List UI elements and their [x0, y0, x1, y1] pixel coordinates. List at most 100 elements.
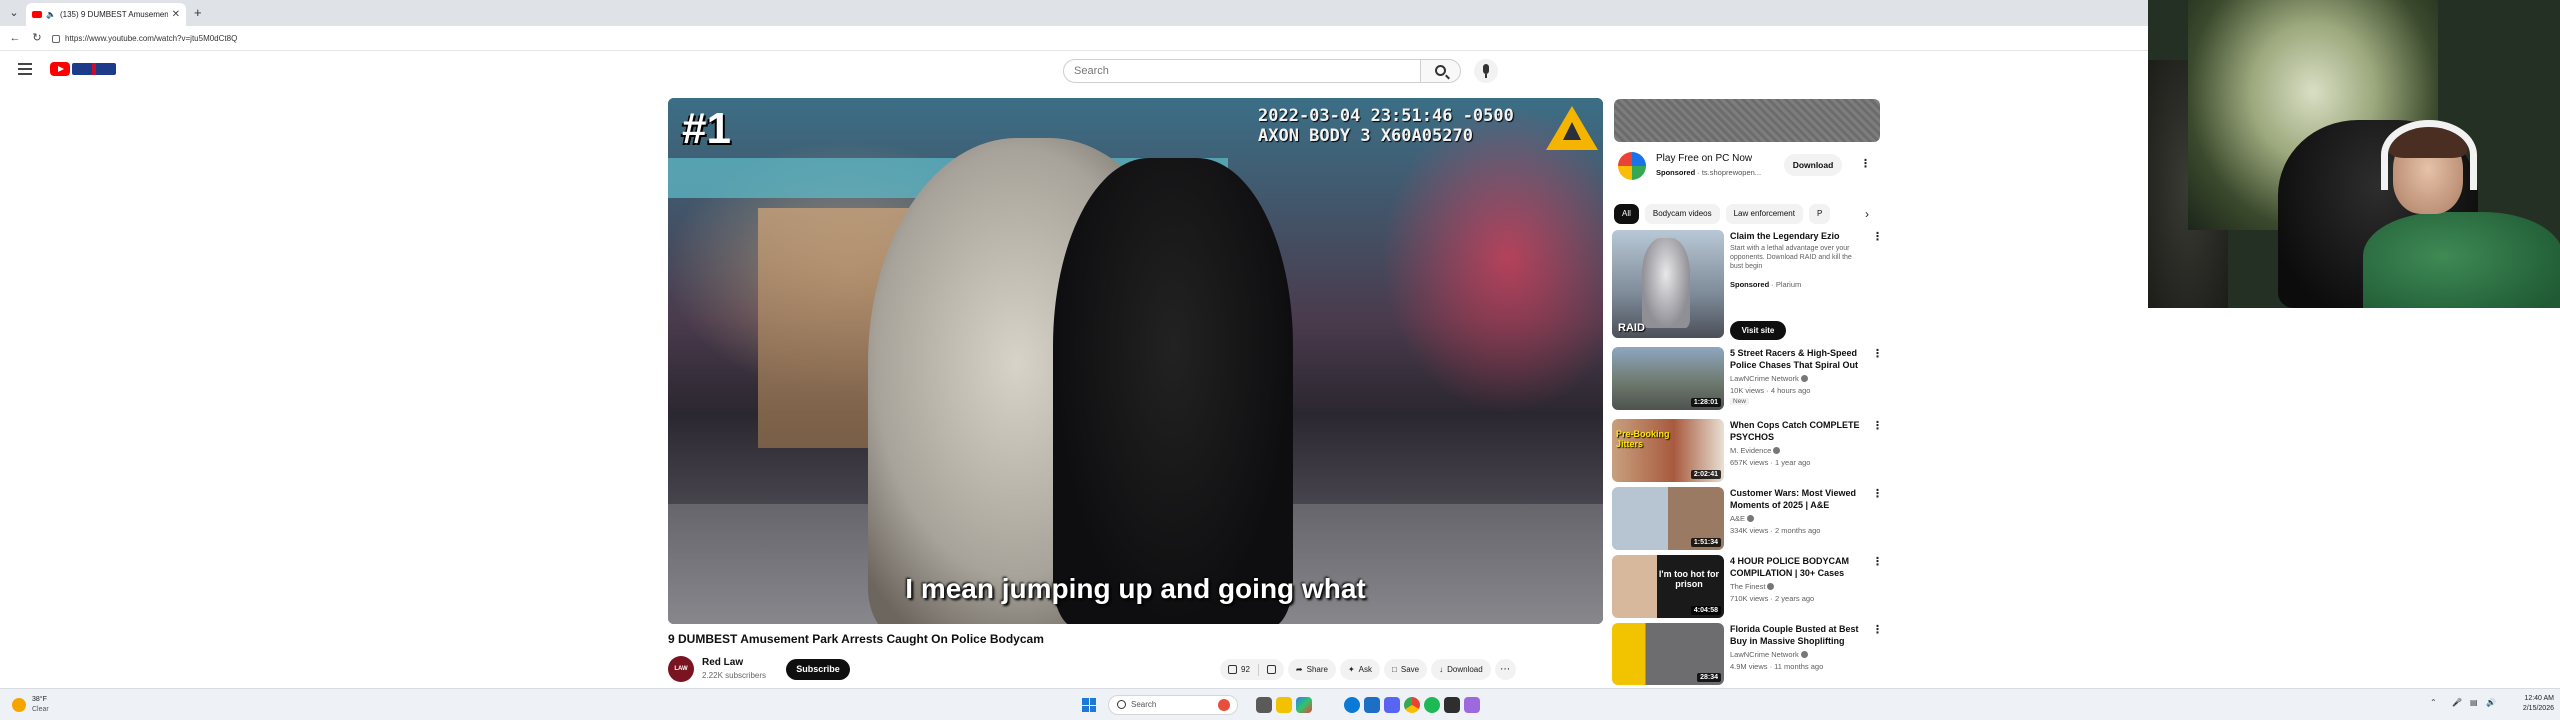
spotify-icon[interactable] — [1424, 697, 1440, 713]
video-duration: 1:51:34 — [1690, 538, 1721, 547]
sponsored-thumbnail-text: RAID — [1618, 322, 1645, 334]
more-icon[interactable]: ⋮ — [1872, 419, 1883, 433]
channel-avatar[interactable]: LAW — [668, 656, 694, 682]
ad-card[interactable]: Play Free on PC Now Sponsored · ts.shopr… — [1614, 148, 1880, 188]
sponsored-video-card[interactable]: RAID Claim the Legendary Ezio Start with… — [1612, 230, 1883, 345]
headset-icon — [2381, 120, 2477, 190]
video-title: 9 DUMBEST Amusement Park Arrests Caught … — [668, 632, 1044, 646]
chrome-icon[interactable] — [1404, 697, 1420, 713]
speaker-icon[interactable]: 🔈 — [46, 10, 56, 19]
store-icon[interactable] — [1364, 697, 1380, 713]
ad-banner-image[interactable] — [1614, 99, 1880, 142]
rank-overlay: #1 — [682, 104, 731, 153]
share-arrow-icon: ➦ — [1295, 665, 1303, 674]
video-title: 5 Street Racers & High-Speed Police Chas… — [1730, 348, 1859, 370]
save-label: Save — [1400, 665, 1420, 674]
windows-start-icon[interactable] — [1082, 698, 1096, 712]
video-title: Florida Couple Busted at Best Buy in Mas… — [1730, 624, 1859, 646]
sponsored-more-icon[interactable]: ⋮ — [1872, 230, 1883, 244]
taskbar-search-highlight-icon — [1218, 699, 1230, 711]
ad-domain: ts.shoprewopen... — [1701, 168, 1762, 177]
more-icon[interactable]: ⋮ — [1872, 347, 1883, 361]
video-thumbnail[interactable]: 28:34 — [1612, 623, 1724, 685]
sponsored-advertiser: Plarium — [1775, 280, 1802, 289]
clock-date: 2/15/2026 — [2522, 705, 2554, 712]
list-item[interactable]: 28:34 Florida Couple Busted at Best Buy … — [1612, 623, 1883, 685]
file-explorer-icon[interactable] — [1276, 697, 1292, 713]
menu-icon[interactable] — [18, 63, 32, 75]
more-icon[interactable]: ⋮ — [1872, 487, 1883, 501]
video-title: 4 HOUR POLICE BODYCAM COMPILATION | 30+ … — [1730, 556, 1850, 578]
chip-law-enforcement[interactable]: Law enforcement — [1725, 204, 1803, 224]
video-meta: 710K views · 2 years ago — [1730, 594, 1815, 603]
chip-more[interactable]: P — [1808, 204, 1831, 224]
video-thumbnail[interactable]: Pre-Booking Jitters 2:02:41 — [1612, 419, 1724, 482]
list-item[interactable]: 1:28:01 5 Street Racers & High-Speed Pol… — [1612, 347, 1883, 413]
subscribe-button[interactable]: Subscribe — [786, 659, 850, 680]
network-icon[interactable]: ▤ — [2470, 698, 2478, 707]
bodycam-timestamp-line1: 2022-03-04 23:51:46 -0500 — [1258, 106, 1514, 126]
more-icon[interactable]: ⋮ — [1872, 623, 1883, 637]
chips-next-chevron-icon[interactable]: › — [1858, 205, 1876, 223]
ad-download-button[interactable]: Download — [1784, 154, 1842, 176]
search-button[interactable] — [1421, 59, 1461, 83]
ask-button[interactable]: ✦ Ask — [1339, 659, 1381, 680]
like-count: 92 — [1241, 665, 1250, 674]
discord-icon[interactable] — [1384, 697, 1400, 713]
chip-bodycam-videos[interactable]: Bodycam videos — [1644, 204, 1720, 224]
channel-name: A&E — [1730, 514, 1755, 523]
save-button[interactable]: □ Save — [1384, 659, 1428, 680]
video-meta: 4.9M views · 11 months ago — [1730, 662, 1824, 671]
video-thumbnail[interactable]: I'm too hot for prison 4:04:58 — [1612, 555, 1724, 618]
more-actions-icon[interactable]: ⋯ — [1494, 659, 1516, 680]
video-title: When Cops Catch COMPLETE PSYCHOS — [1730, 420, 1860, 442]
sponsored-thumbnail-figure — [1642, 238, 1690, 328]
list-item[interactable]: I'm too hot for prison 4:04:58 4 HOUR PO… — [1612, 555, 1883, 621]
video-thumbnail[interactable]: 1:28:01 — [1612, 347, 1724, 410]
tray-chevron-icon[interactable]: ⌃ — [2430, 698, 2437, 707]
sponsored-thumbnail[interactable]: RAID — [1612, 230, 1724, 338]
ad-sponsor-line: Sponsored · ts.shoprewopen... — [1656, 168, 1762, 177]
list-item[interactable]: 1:51:34 Customer Wars: Most Viewed Momen… — [1612, 487, 1883, 553]
thumbs-up-icon[interactable] — [1228, 665, 1237, 674]
ad-game-logo-icon — [1618, 152, 1646, 180]
channel-name[interactable]: Red Law — [702, 657, 743, 668]
back-arrow-icon[interactable]: ← — [8, 31, 22, 45]
close-tab-icon[interactable]: ✕ — [172, 9, 180, 20]
url-field[interactable]: https://www.youtube.com/watch?v=jtu5M0dC… — [52, 30, 2132, 47]
task-view-icon[interactable] — [1256, 697, 1272, 713]
video-player[interactable]: #1 2022-03-04 23:51:46 -0500 AXON BODY 3… — [668, 98, 1603, 624]
visit-site-button[interactable]: Visit site — [1730, 321, 1786, 340]
taskbar-clock[interactable]: 12:40 AM 2/15/2026 — [2510, 694, 2554, 714]
microphone-tray-icon[interactable]: 🎤 — [2452, 698, 2462, 707]
share-button[interactable]: ➦ Share — [1287, 659, 1336, 680]
weather-widget[interactable]: 38°F Clear — [12, 695, 72, 717]
address-bar: ← ↻ https://www.youtube.com/watch?v=jtu5… — [0, 26, 2148, 51]
search-input[interactable]: Search — [1063, 59, 1421, 83]
tab-active[interactable]: 🔈 (135) 9 DUMBEST Amusement... ✕ — [26, 3, 186, 26]
bookmark-icon: □ — [1392, 665, 1397, 674]
webcam-overlay — [2148, 0, 2560, 308]
copilot-icon[interactable] — [1296, 697, 1312, 713]
reload-icon[interactable]: ↻ — [30, 31, 44, 45]
video-thumbnail[interactable]: 1:51:34 — [1612, 487, 1724, 550]
clock-time: 12:40 AM — [2524, 695, 2554, 702]
chip-all[interactable]: All — [1614, 204, 1639, 224]
voice-search-microphone-icon[interactable] — [1474, 59, 1498, 83]
thumbs-down-icon[interactable] — [1266, 665, 1276, 674]
new-badge: New — [1730, 398, 1750, 405]
new-tab-icon[interactable]: + — [194, 5, 202, 20]
tab-list-chevron-icon[interactable]: ⌄ — [6, 5, 22, 21]
thumbnail-text: I'm too hot for prison — [1658, 569, 1720, 589]
app-icon[interactable] — [1444, 697, 1460, 713]
edge-browser-icon[interactable] — [1344, 697, 1360, 713]
ad-more-icon[interactable]: ⋮ — [1860, 157, 1871, 171]
more-icon[interactable]: ⋮ — [1872, 555, 1883, 569]
video-title: Customer Wars: Most Viewed Moments of 20… — [1730, 488, 1857, 510]
obs-icon[interactable] — [1464, 697, 1480, 713]
volume-icon[interactable]: 🔊 — [2486, 698, 2496, 707]
youtube-logo-icon[interactable] — [50, 62, 70, 76]
channel-name: LawNCrime Network — [1730, 374, 1808, 383]
download-button[interactable]: ↓ Download — [1431, 659, 1491, 680]
list-item[interactable]: Pre-Booking Jitters 2:02:41 When Cops Ca… — [1612, 419, 1883, 485]
